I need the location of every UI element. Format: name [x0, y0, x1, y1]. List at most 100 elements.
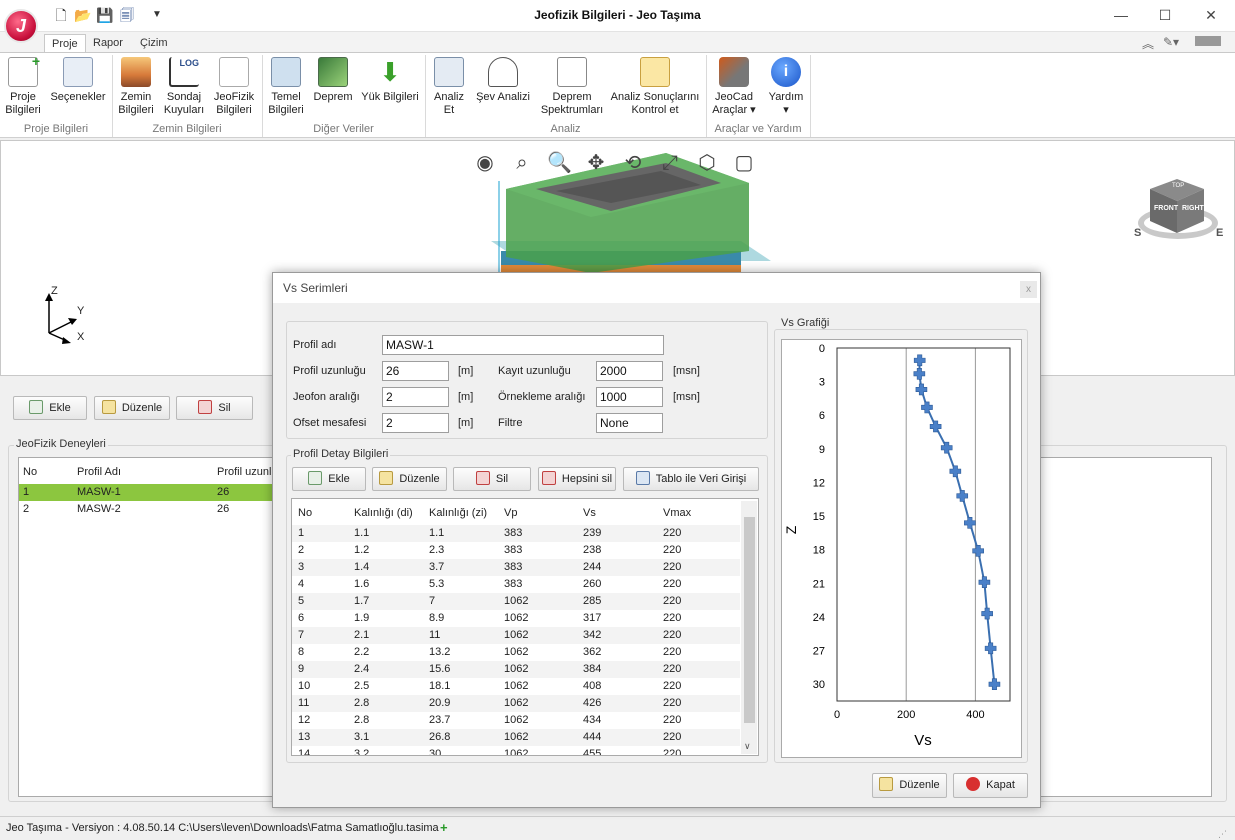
table-cell: 455 [583, 748, 602, 756]
analiz-sonuclari-button[interactable]: Analiz Sonuçlarını Kontrol et [610, 57, 700, 117]
scrollbar-thumb[interactable] [744, 517, 755, 723]
edit-icon [101, 400, 116, 414]
column-header[interactable]: Kalınlığı (di) [354, 502, 413, 524]
style-icon[interactable]: ✎▾ [1163, 35, 1179, 49]
analiz-et-button[interactable]: Analiz Et [429, 57, 469, 117]
minimize-button[interactable]: — [1103, 4, 1139, 26]
sil-button[interactable]: Sil [176, 396, 253, 420]
edit-icon [379, 471, 394, 485]
cube-view-icon[interactable]: ⬡ [695, 151, 719, 175]
status-add-icon[interactable]: + [440, 817, 448, 839]
zemin-bilgileri-button[interactable]: Zemin Bilgileri [116, 57, 156, 117]
app-logo[interactable]: J [4, 9, 38, 43]
column-header[interactable]: Profil uzunluğu [217, 461, 275, 483]
table-row[interactable]: 5 1.7 7 1062 285 220 [292, 593, 740, 610]
tools-icon [719, 57, 749, 87]
close-button[interactable]: ✕ [1193, 4, 1229, 26]
column-header[interactable]: Vp [504, 502, 517, 524]
table-cell: 1062 [504, 646, 529, 658]
yuk-bilgileri-button[interactable]: ⬇ Yük Bilgileri [360, 57, 420, 104]
zoom-icon[interactable]: 🔍 [547, 151, 572, 175]
rotate-icon[interactable]: ⟲ [621, 151, 645, 175]
temel-bilgileri-button[interactable]: Temel Bilgileri [266, 57, 306, 117]
deprem-button[interactable]: Deprem [312, 57, 354, 104]
detail-duzenle-button[interactable]: Düzenle [372, 467, 447, 491]
column-header[interactable]: No [23, 461, 37, 483]
table-row[interactable]: 7 2.1 11 1062 342 220 [292, 627, 740, 644]
deprem-spektrumlari-button[interactable]: Deprem Spektrumları [538, 57, 606, 117]
ornekleme-araligi-input[interactable]: 1000 [596, 387, 663, 407]
table-row[interactable]: 13 3.1 26.8 1062 444 220 [292, 729, 740, 746]
jeocad-araclar-button[interactable]: JeoCad Araçlar ▾ [709, 57, 759, 117]
sondaj-kuyulari-button[interactable]: LOG Sondaj Kuyuları [162, 57, 206, 117]
dialog-duzenle-button[interactable]: Düzenle [872, 773, 947, 798]
scroll-down-icon[interactable]: ∨ [744, 741, 751, 752]
foundation-icon [271, 57, 301, 87]
table-row[interactable]: 2 1.2 2.3 383 238 220 [292, 542, 740, 559]
detail-sil-button[interactable]: Sil [453, 467, 531, 491]
jeofon-araligi-label: Jeofon aralığı [293, 391, 360, 403]
table-row[interactable]: 1 MASW-1 26 [19, 484, 279, 501]
group-label-diger: Diğer Veriler [313, 123, 374, 135]
table-row[interactable]: 14 3.2 30 1062 455 220 [292, 746, 740, 756]
column-header[interactable]: No [298, 502, 312, 524]
jeofon-araligi-input[interactable]: 2 [382, 387, 449, 407]
vs-point-marker [940, 441, 953, 454]
dialog-close-button[interactable]: x [1020, 281, 1037, 298]
hepsini-sil-button[interactable]: Hepsini sil [538, 467, 616, 491]
table-row[interactable]: 2 MASW-2 26 [19, 501, 279, 518]
calculator-icon [434, 57, 464, 87]
detail-ekle-button[interactable]: Ekle [292, 467, 366, 491]
table-cell: 1.6 [354, 578, 370, 590]
table-row[interactable]: 8 2.2 13.2 1062 362 220 [292, 644, 740, 661]
column-header[interactable]: Profil Adı [77, 461, 121, 483]
table-row[interactable]: 9 2.4 15.6 1062 384 220 [292, 661, 740, 678]
detail-scrollbar[interactable]: ∨ [741, 501, 757, 754]
table-row[interactable]: 11 2.8 20.9 1062 426 220 [292, 695, 740, 712]
tab-proje[interactable]: Proje [44, 34, 86, 52]
orbit-eye-icon[interactable]: ◉ [473, 151, 497, 175]
table-cell: 1.1 [429, 527, 445, 539]
tab-rapor[interactable]: Rapor [86, 34, 130, 52]
viewcube[interactable]: TOP FRONT RIGHT S E [1132, 177, 1223, 243]
table-row[interactable]: 10 2.5 18.1 1062 408 220 [292, 678, 740, 695]
tab-cizim[interactable]: Çizim [133, 34, 175, 52]
theme-swatch-icon[interactable] [1195, 36, 1221, 46]
pan-icon[interactable]: ✥ [584, 151, 608, 175]
profil-adi-input[interactable]: MASW-1 [382, 335, 664, 355]
jeofizik-bilgileri-button[interactable]: JeoFizik Bilgileri [212, 57, 256, 117]
column-header[interactable]: Vs [583, 502, 596, 524]
table-cell: 2.4 [354, 663, 370, 675]
table-row[interactable]: 4 1.6 5.3 383 260 220 [292, 576, 740, 593]
table-row[interactable]: 1 1.1 1.1 383 239 220 [292, 525, 740, 542]
table-cell: 220 [663, 561, 682, 573]
kayit-uzunlugu-input[interactable]: 2000 [596, 361, 663, 381]
profile-detail-grid[interactable]: No Kalınlığı (di) Kalınlığı (zi) Vp Vs V… [291, 498, 759, 756]
ekle-button[interactable]: Ekle [13, 396, 87, 420]
tablo-veri-girisi-button[interactable]: Tablo ile Veri Girişi [623, 467, 759, 491]
table-row[interactable]: 3 1.4 3.7 383 244 220 [292, 559, 740, 576]
square-view-icon[interactable]: ▢ [732, 151, 756, 175]
table-row[interactable]: 12 2.8 23.7 1062 434 220 [292, 712, 740, 729]
zoom-window-icon[interactable]: ⌕ [510, 151, 534, 175]
fit-extents-icon[interactable]: ⤢ [658, 151, 682, 175]
collapse-ribbon-icon[interactable]: ︽ [1142, 35, 1154, 52]
resize-grip-icon[interactable]: ⋰ [1218, 823, 1227, 840]
table-row[interactable]: 6 1.9 8.9 1062 317 220 [292, 610, 740, 627]
proje-bilgileri-button[interactable]: + Proje Bilgileri [3, 54, 43, 117]
yardim-button[interactable]: i Yardım ▾ [766, 57, 806, 117]
secenekler-button[interactable]: Seçenekler [48, 57, 108, 104]
duzenle-button[interactable]: Düzenle [94, 396, 170, 420]
table-cell: 20.9 [429, 697, 451, 709]
filtre-input[interactable]: None [596, 413, 663, 433]
table-cell: 408 [583, 680, 602, 692]
column-header[interactable]: Vmax [663, 502, 691, 524]
table-cell: 10 [298, 680, 311, 692]
sev-analizi-button[interactable]: Şev Analizi [474, 57, 532, 104]
column-header[interactable]: Kalınlığı (zi) [429, 502, 487, 524]
profil-uzunlugu-input[interactable]: 26 [382, 361, 449, 381]
maximize-button[interactable]: ☐ [1147, 4, 1183, 26]
table-cell: 7 [429, 595, 436, 607]
ofset-mesafesi-input[interactable]: 2 [382, 413, 449, 433]
dialog-kapat-button[interactable]: Kapat [953, 773, 1028, 798]
